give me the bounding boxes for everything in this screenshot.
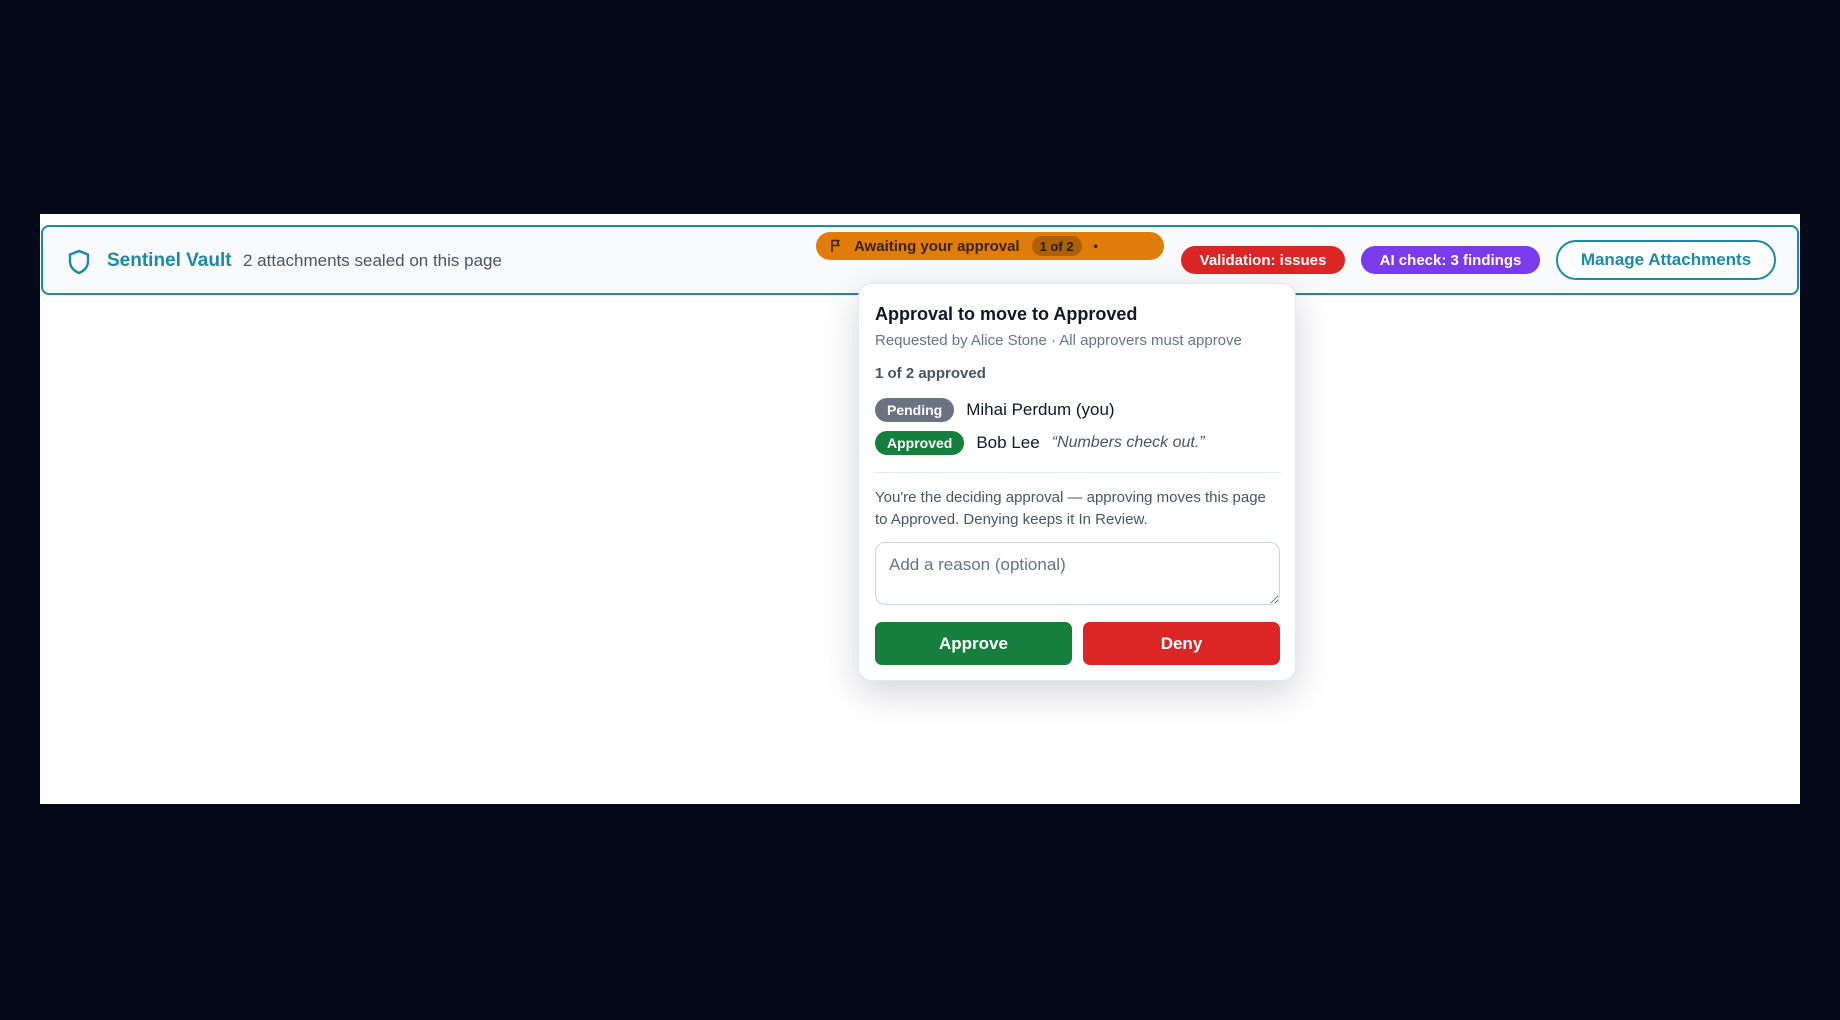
approver-name: Mihai Perdum (you) (966, 400, 1115, 419)
caret-dot: • (1093, 239, 1098, 253)
approve-button[interactable]: Approve (875, 622, 1072, 665)
ai-check-pill[interactable]: AI check: 3 findings (1361, 246, 1540, 274)
popover-title: Approval to move to Approved (875, 304, 1138, 324)
validation-pill[interactable]: Validation: issues (1181, 246, 1345, 274)
deny-button[interactable]: Deny (1083, 622, 1280, 665)
approver-name: Bob Lee (976, 433, 1040, 452)
approval-progress: 1 of 2 approved (875, 365, 986, 382)
approval-count-badge: 1 of 2 (1031, 236, 1082, 256)
awaiting-approval-label: Awaiting your approval (854, 237, 1020, 255)
flag-icon (831, 239, 840, 252)
sealed-status: 2 attachments sealed on this page (243, 251, 502, 270)
reason-input[interactable] (875, 542, 1280, 605)
awaiting-approval-pill[interactable]: Awaiting your approval 1 of 2 • (816, 232, 1164, 260)
approval-popover: Approval to move to Approved Requested b… (858, 283, 1296, 681)
approver-row: Pending Mihai Perdum (you) (875, 398, 1115, 422)
deciding-note: You're the deciding approval — approving… (875, 489, 1266, 528)
shield-icon (68, 249, 90, 275)
approver-comment: “Numbers check out.” (1051, 434, 1205, 451)
manage-attachments-button[interactable]: Manage Attachments (1556, 240, 1776, 280)
approver-row: Approved Bob Lee “Numbers check out.” (875, 431, 1205, 455)
brand-name[interactable]: Sentinel Vault (107, 250, 232, 272)
status-badge: Pending (875, 398, 955, 422)
popover-subtitle: Requested by Alice Stone · All approvers… (875, 332, 1242, 349)
divider (875, 472, 1281, 473)
status-badge: Approved (875, 431, 965, 455)
